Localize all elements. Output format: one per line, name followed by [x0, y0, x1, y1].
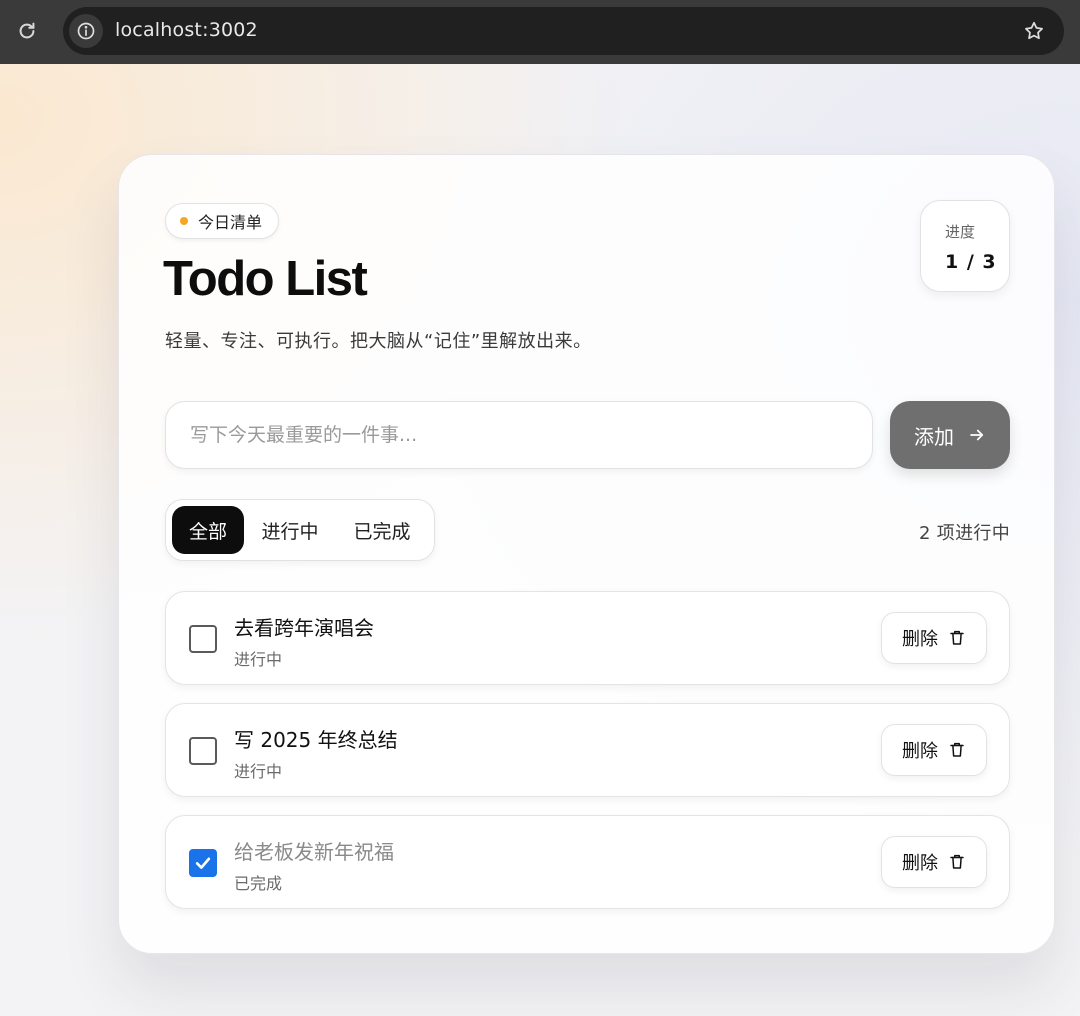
delete-button[interactable]: 删除	[881, 612, 987, 664]
task-row: 给老板发新年祝福 已完成 删除	[165, 815, 1010, 909]
filter-tabs: 全部 进行中 已完成	[165, 499, 435, 561]
page-title: Todo List	[163, 252, 368, 306]
badge-dot-icon	[180, 217, 188, 225]
delete-label: 删除	[902, 629, 938, 650]
star-icon	[1025, 21, 1043, 40]
address-bar[interactable]: localhost:3002	[63, 7, 1064, 55]
task-status: 进行中	[234, 762, 283, 781]
new-task-input[interactable]	[165, 401, 873, 469]
task-checkbox[interactable]	[189, 625, 217, 653]
browser-toolbar: localhost:3002	[0, 0, 1080, 64]
tab-completed[interactable]: 已完成	[336, 506, 428, 554]
delete-label: 删除	[902, 853, 938, 874]
task-row: 去看跨年演唱会 进行中 删除	[165, 591, 1010, 685]
trash-icon	[950, 742, 964, 757]
task-status: 进行中	[234, 650, 283, 669]
tab-all[interactable]: 全部	[172, 506, 244, 554]
task-checkbox[interactable]	[189, 849, 217, 877]
add-button-label: 添加	[914, 424, 954, 449]
trash-icon	[950, 854, 964, 869]
delete-button[interactable]: 删除	[881, 836, 987, 888]
check-icon	[195, 857, 211, 869]
progress-label: 进度	[945, 223, 976, 241]
task-checkbox[interactable]	[189, 737, 217, 765]
today-badge: 今日清单	[165, 203, 280, 239]
add-button[interactable]: 添加	[890, 401, 1010, 469]
trash-icon	[950, 630, 964, 645]
bookmark-button[interactable]	[1018, 15, 1050, 47]
task-list: 去看跨年演唱会 进行中 删除 写 2025 年终总结 进行中 删除 给老板发新年…	[165, 591, 1010, 927]
info-icon	[77, 22, 95, 40]
badge-label: 今日清单	[198, 213, 263, 232]
page-subtitle: 轻量、专注、可执行。把大脑从“记住”里解放出来。	[165, 331, 592, 352]
tab-in-progress[interactable]: 进行中	[244, 506, 336, 554]
task-status: 已完成	[234, 874, 283, 893]
url-text[interactable]: localhost:3002	[115, 19, 258, 41]
task-title: 给老板发新年祝福	[234, 840, 394, 864]
progress-box: 进度 1 / 3	[920, 200, 1010, 292]
arrow-right-icon	[970, 429, 984, 441]
todo-card: 今日清单 Todo List 轻量、专注、可执行。把大脑从“记住”里解放出来。 …	[118, 154, 1055, 954]
site-info-button[interactable]	[69, 14, 103, 48]
active-count: 2 项进行中	[919, 523, 1010, 544]
delete-button[interactable]: 删除	[881, 724, 987, 776]
reload-button[interactable]	[10, 14, 44, 48]
task-title: 去看跨年演唱会	[234, 616, 374, 640]
reload-icon	[19, 22, 35, 39]
task-title: 写 2025 年终总结	[234, 728, 398, 752]
progress-value: 1 / 3	[945, 251, 997, 273]
task-row: 写 2025 年终总结 进行中 删除	[165, 703, 1010, 797]
delete-label: 删除	[902, 741, 938, 762]
